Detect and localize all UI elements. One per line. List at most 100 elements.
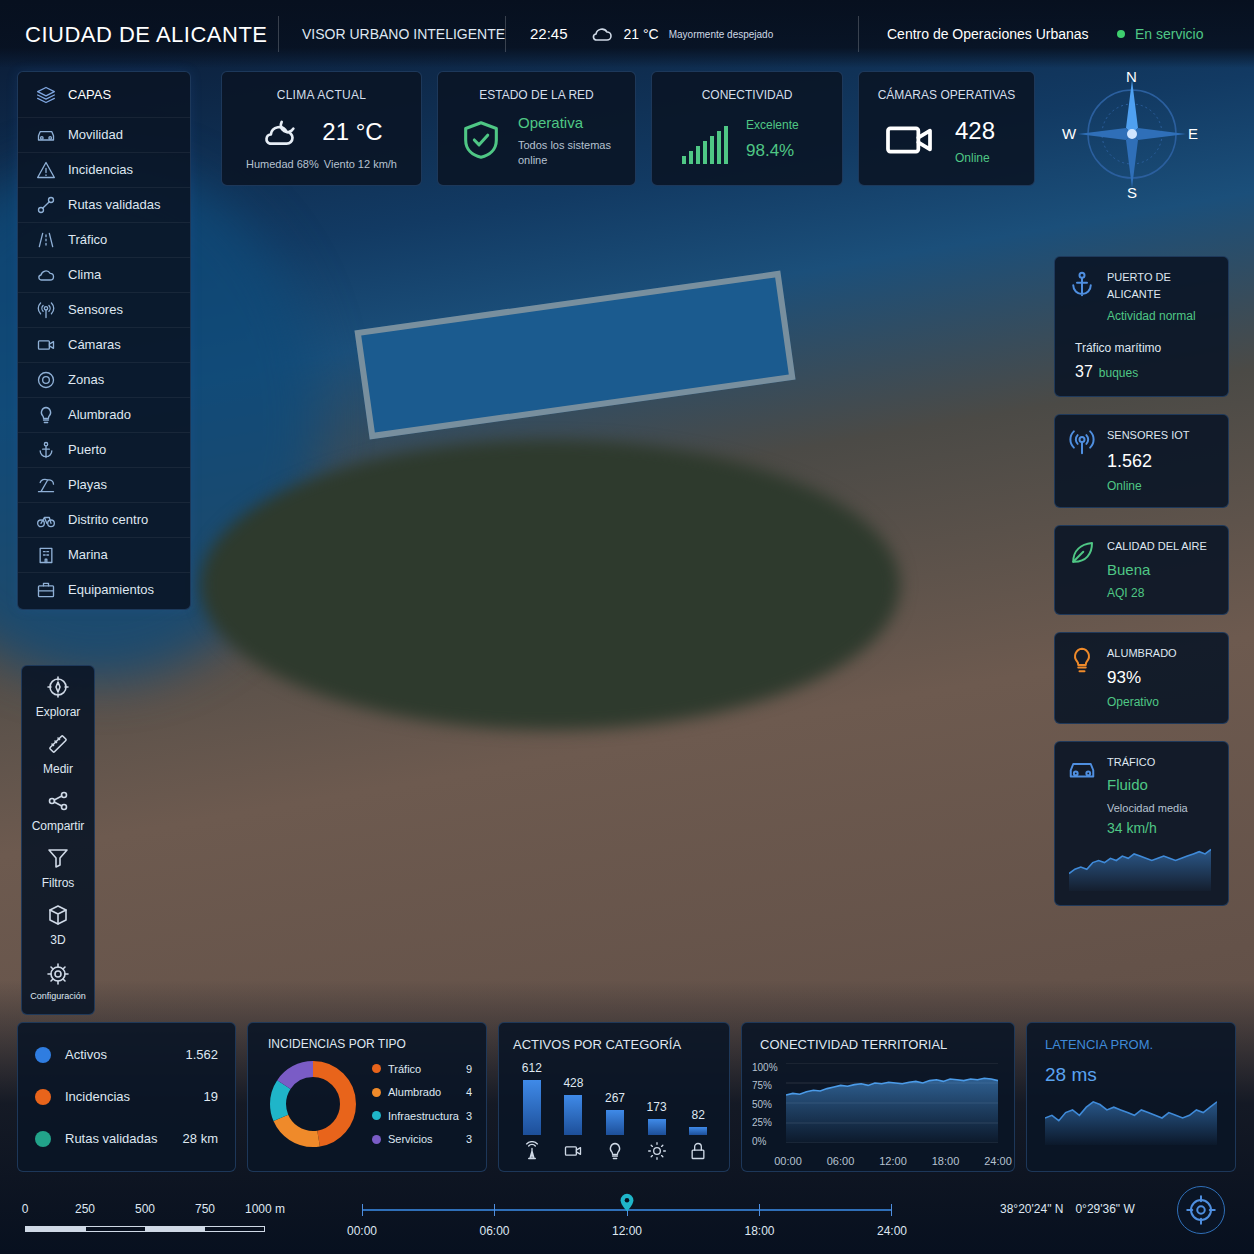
asset-bar xyxy=(564,1095,582,1134)
tool-button[interactable]: Explorar xyxy=(36,669,81,726)
legend-value: 9 xyxy=(466,1061,472,1078)
harbour xyxy=(354,271,795,440)
x-tick: 18:00 xyxy=(932,1153,960,1170)
layer-item[interactable]: Marina xyxy=(18,537,190,572)
port-value: 37 xyxy=(1075,360,1093,384)
cameras-value: 428 xyxy=(955,113,995,149)
bulb-icon xyxy=(1067,645,1097,675)
status-dot xyxy=(1117,30,1125,38)
scale-tick: 1000 m xyxy=(245,1200,285,1218)
legend-item: Servicios3 xyxy=(372,1131,472,1148)
layer-item[interactable]: Clima xyxy=(18,257,190,292)
y-axis: 100%75%50%25%0% xyxy=(752,1063,784,1147)
operations-center: Centro de Operaciones Urbanas xyxy=(859,24,1117,45)
layer-item[interactable]: Incidencias xyxy=(18,152,190,187)
coordinates: 38°20'24" N 0°29'36" W xyxy=(1000,1200,1135,1218)
layer-label: Distrito centro xyxy=(68,510,172,530)
case-icon xyxy=(36,580,56,600)
asset-column: 82 xyxy=(681,1059,715,1161)
layer-label: Tráfico xyxy=(68,230,172,250)
signal-bar xyxy=(710,136,714,164)
signal-bar xyxy=(717,131,721,164)
timeline-mark xyxy=(759,1204,760,1216)
sun-icon xyxy=(647,1141,667,1161)
sensor-icon xyxy=(36,300,56,320)
summary-value: 1.562 xyxy=(185,1045,218,1065)
assets-chart: 61242826717382 xyxy=(513,1059,715,1161)
service-status: En servicio xyxy=(1117,24,1203,45)
bar-value: 612 xyxy=(522,1059,542,1077)
cloud-icon xyxy=(590,22,614,46)
summary-label: Rutas validadas xyxy=(65,1129,158,1149)
compass-north: N xyxy=(1126,66,1137,89)
layer-item[interactable]: Zonas xyxy=(18,362,190,397)
sensor-icon xyxy=(1067,427,1097,457)
tool-button[interactable]: Filtros xyxy=(42,840,75,897)
tool-label: Filtros xyxy=(42,874,75,892)
chart-area xyxy=(786,1078,998,1143)
timeline-track[interactable] xyxy=(362,1190,892,1230)
scale-bar xyxy=(25,1226,265,1232)
network-card: ESTADO DE LA RED Operativa Todos los sis… xyxy=(437,71,636,186)
timeline[interactable]: 00:0006:0012:0018:0024:00 xyxy=(362,1190,892,1240)
legend-value: 3 xyxy=(466,1131,472,1148)
connectivity-status: Excelente xyxy=(746,116,799,134)
compass[interactable]: N S E W xyxy=(1062,66,1202,202)
camera-icon xyxy=(881,112,937,168)
card-title: ESTADO DE LA RED xyxy=(450,86,623,104)
timeline-pin[interactable] xyxy=(616,1190,638,1214)
layer-item[interactable]: Alumbrado xyxy=(18,397,190,432)
summary-panel: Activos1.562Incidencias19Rutas validadas… xyxy=(17,1022,236,1172)
compass-west: W xyxy=(1062,123,1076,146)
incidents-donut xyxy=(268,1059,358,1149)
layer-item[interactable]: Equipamientos xyxy=(18,572,190,607)
bike-icon xyxy=(36,510,56,530)
warn-icon xyxy=(36,160,56,180)
layer-item[interactable]: Rutas validadas xyxy=(18,187,190,222)
layer-item[interactable]: Cámaras xyxy=(18,327,190,362)
gear-icon xyxy=(46,962,70,986)
tool-button[interactable]: Medir xyxy=(43,726,73,783)
layer-item[interactable]: Puerto xyxy=(18,432,190,467)
sensors-status: Online xyxy=(1107,477,1190,495)
bar-value: 173 xyxy=(647,1098,667,1116)
signal-bar xyxy=(703,141,707,164)
x-axis: 00:0006:0012:0018:0024:00 xyxy=(788,1153,998,1170)
crosshair-icon xyxy=(1186,1195,1216,1225)
tool-button[interactable]: 3D xyxy=(46,897,70,954)
card-title: ALUMBRADO xyxy=(1107,645,1177,662)
air-card: CALIDAD DEL AIRE Buena AQI 28 xyxy=(1054,525,1229,615)
locate-button[interactable] xyxy=(1177,1186,1225,1234)
timeline-tick: 00:00 xyxy=(347,1222,377,1240)
timeline-tick: 18:00 xyxy=(744,1222,774,1240)
latency-panel: LATENCIA PROM. 28 ms xyxy=(1026,1022,1236,1172)
panel-title: INCIDENCIAS POR TIPO xyxy=(268,1035,466,1053)
donut-segment xyxy=(278,1069,348,1139)
ruler-icon xyxy=(46,732,70,756)
network-detail: Todos los sistemas online xyxy=(518,138,623,168)
layer-item[interactable]: Sensores xyxy=(18,292,190,327)
clock: 22:45 xyxy=(530,23,568,46)
moon-icon xyxy=(260,112,300,152)
hill xyxy=(200,440,900,730)
layer-item[interactable]: Tráfico xyxy=(18,222,190,257)
pin-icon xyxy=(616,1190,638,1214)
tool-button[interactable]: Configuración xyxy=(30,954,86,1011)
layers-panel: CAPAS MovilidadIncidenciasRutas validada… xyxy=(17,71,191,610)
summary-value: 28 km xyxy=(183,1129,218,1149)
layer-item[interactable]: Movilidad xyxy=(18,117,190,152)
legend-label: Infraestructura xyxy=(388,1108,459,1125)
y-tick: 100% xyxy=(752,1063,784,1073)
legend-dot xyxy=(372,1088,381,1097)
weather-temperature: 21 °C xyxy=(322,114,382,150)
port-label: Tráfico marítimo xyxy=(1067,339,1216,357)
legend-dot xyxy=(372,1111,381,1120)
layer-item[interactable]: Distrito centro xyxy=(18,502,190,537)
cube-icon xyxy=(46,903,70,927)
tool-label: 3D xyxy=(50,931,65,949)
layer-item[interactable]: Playas xyxy=(18,467,190,502)
x-tick: 00:00 xyxy=(774,1153,802,1170)
donut-segment xyxy=(278,1069,348,1139)
tool-button[interactable]: Compartir xyxy=(32,783,85,840)
network-status: Operativa xyxy=(518,112,623,135)
